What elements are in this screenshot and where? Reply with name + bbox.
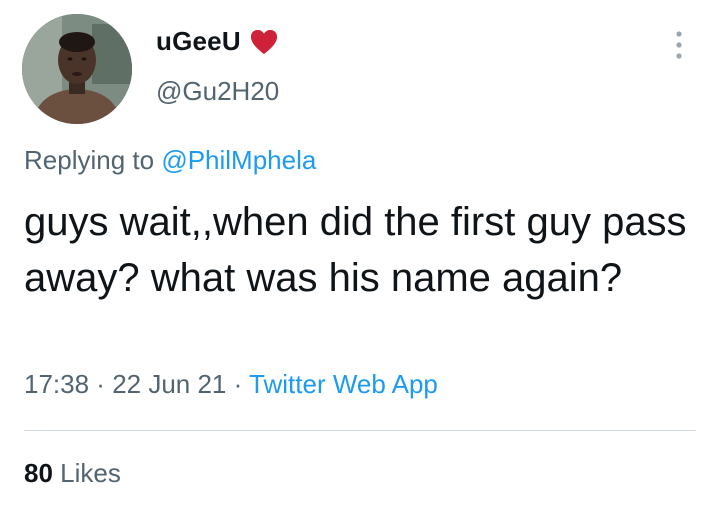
- tweet-text: guys wait,,when did the first guy pass a…: [24, 200, 687, 300]
- avatar-photo: [22, 14, 132, 124]
- likes-count: 80: [24, 458, 53, 488]
- divider: [24, 430, 696, 431]
- user-handle[interactable]: @Gu2H20: [156, 76, 279, 107]
- avatar[interactable]: [22, 14, 132, 124]
- heart-icon: [250, 29, 277, 54]
- tweet-source-link[interactable]: Twitter Web App: [249, 369, 438, 399]
- more-options-icon[interactable]: [666, 28, 692, 62]
- likes-stat[interactable]: 80 Likes: [24, 458, 121, 489]
- likes-label: Likes: [52, 458, 121, 488]
- replying-to-label: Replying to: [24, 145, 162, 175]
- tweet-card: uGeeU @Gu2H20 Replying to @PhilMphela gu…: [0, 0, 720, 518]
- reply-mention-link[interactable]: @PhilMphela: [161, 145, 316, 175]
- tweet-date[interactable]: 22 Jun 21: [112, 369, 226, 399]
- user-name-row[interactable]: uGeeU: [156, 26, 279, 57]
- meta-separator: ·: [89, 369, 113, 399]
- meta-separator: ·: [226, 369, 250, 399]
- tweet-time[interactable]: 17:38: [24, 369, 89, 399]
- display-name[interactable]: uGeeU: [156, 26, 241, 57]
- replying-to: Replying to @PhilMphela: [24, 145, 316, 176]
- tweet-meta: 17:38 · 22 Jun 21 · Twitter Web App: [24, 369, 438, 400]
